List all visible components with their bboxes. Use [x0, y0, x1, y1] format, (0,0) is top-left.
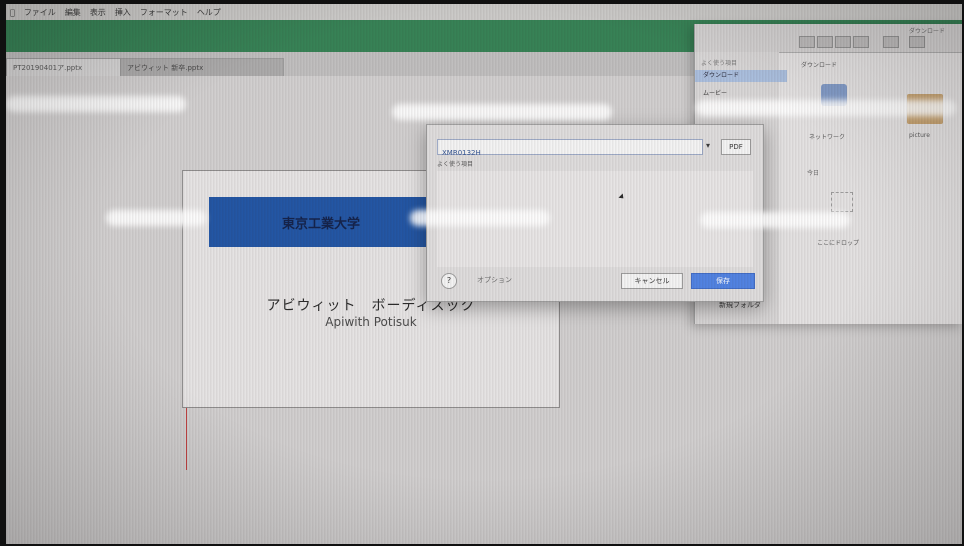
slide-title-banner: 東京工業大学	[209, 197, 433, 247]
screen-glare	[696, 100, 956, 116]
save-as-field[interactable]	[437, 139, 710, 160]
item-caption-2: picture	[909, 132, 930, 139]
sidebar-header: よく使う項目	[701, 60, 738, 67]
share-button[interactable]	[909, 36, 925, 48]
screen-glare	[106, 210, 206, 226]
arrange-button[interactable]	[883, 36, 899, 48]
item-caption-1: ネットワーク	[809, 134, 846, 141]
tab-presentation-2[interactable]: アビウィット 新卒.pptx	[120, 58, 284, 77]
sidebar-item-downloads[interactable]: ダウンロード	[695, 70, 787, 82]
document-tabs: PT20190401ア.pptx アビウィット 新卒.pptx	[6, 52, 706, 77]
menu-file[interactable]: ファイル	[24, 7, 56, 18]
menu-format[interactable]: フォーマット	[140, 7, 188, 18]
tab-presentation-1[interactable]: PT20190401ア.pptx	[6, 58, 128, 77]
menu-help[interactable]: ヘルプ	[197, 7, 221, 18]
help-button[interactable]: ?	[441, 273, 457, 289]
options-button[interactable]: オプション	[477, 273, 512, 287]
column-view-button[interactable]	[835, 36, 851, 48]
drop-target-caption: ここにドロップ	[817, 240, 860, 247]
screen-glare	[392, 104, 612, 120]
screen-glare	[410, 210, 550, 226]
menu-view[interactable]: 表示	[90, 7, 106, 18]
screen-glare	[6, 96, 186, 112]
menu-insert[interactable]: 挿入	[115, 7, 131, 18]
chevron-down-icon[interactable]: ▾	[701, 139, 715, 153]
date-group-label: 今日	[807, 170, 820, 177]
slide-name-english: Apiwith Potisuk	[325, 315, 417, 329]
menu-bar:  ファイル 編集 表示 挿入 フォーマット ヘルプ	[6, 4, 962, 20]
location-label: よく使う項目	[437, 161, 474, 168]
list-view-button[interactable]	[817, 36, 833, 48]
save-as-input[interactable]	[438, 146, 710, 160]
screen-glare	[700, 212, 850, 228]
menu-edit[interactable]: 編集	[65, 7, 81, 18]
icon-view-button[interactable]	[799, 36, 815, 48]
format-button[interactable]: PDF	[721, 139, 751, 155]
finder-toolbar: ダウンロード	[695, 24, 962, 53]
photographed-screen:  ファイル 編集 表示 挿入 フォーマット ヘルプ PT20190401ア.p…	[6, 4, 962, 544]
sidebar-item-movies[interactable]: ムービー	[703, 88, 727, 97]
apple-icon[interactable]: 	[10, 8, 15, 17]
cancel-button[interactable]: キャンセル	[621, 273, 683, 289]
drop-target-icon[interactable]	[831, 192, 853, 212]
save-button[interactable]: 保存	[691, 273, 755, 289]
finder-path: ダウンロード	[801, 62, 838, 69]
finder-title: ダウンロード	[909, 28, 946, 35]
gallery-view-button[interactable]	[853, 36, 869, 48]
